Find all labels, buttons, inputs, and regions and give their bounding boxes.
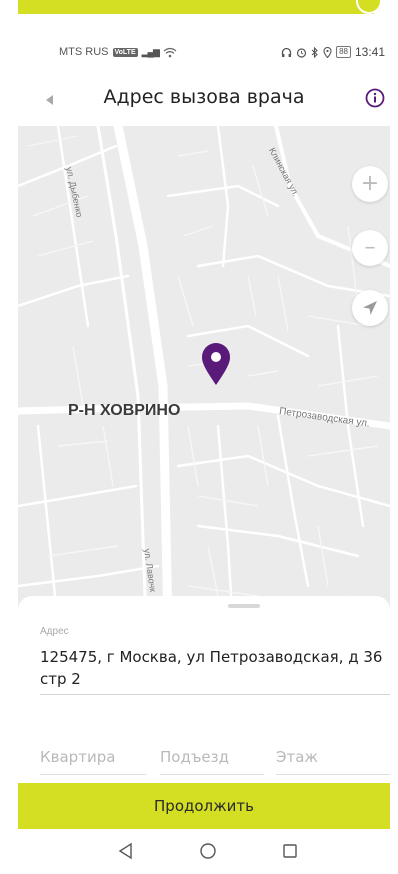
page-title: Адрес вызова врача <box>103 86 305 108</box>
plus-icon: + <box>360 171 380 196</box>
map-view[interactable]: ул. Дыбенко Клинская ул. Петрозаводская … <box>18 126 390 626</box>
nav-recents-button[interactable] <box>278 839 302 863</box>
entrance-field[interactable]: Подъезд <box>160 748 264 775</box>
app-screen: MTS RUS VoLTE ▂▄▆ 88 13:41 Адрес вызова … <box>18 0 390 874</box>
status-bar: MTS RUS VoLTE ▂▄▆ 88 13:41 <box>18 40 390 64</box>
address-field[interactable]: 125475, г Москва, ул Петрозаводская, д 3… <box>40 646 390 690</box>
volte-badge: VoLTE <box>112 47 138 57</box>
bluetooth-icon <box>311 46 318 58</box>
triangle-back-icon <box>118 842 132 860</box>
status-right: 88 13:41 <box>281 45 385 59</box>
alarm-icon <box>296 47 307 58</box>
navigation-arrow-icon <box>363 301 377 315</box>
system-nav-bar <box>18 829 390 874</box>
floor-field[interactable]: Этаж <box>276 748 390 775</box>
apartment-field[interactable]: Квартира <box>40 748 146 775</box>
continue-button[interactable]: Продолжить <box>18 783 390 829</box>
circle-home-icon <box>200 843 216 859</box>
info-button[interactable] <box>363 86 387 110</box>
back-arrow-icon <box>46 95 53 105</box>
zoom-out-button[interactable]: – <box>352 230 388 266</box>
address-sheet: Адрес 125475, г Москва, ул Петрозаводска… <box>18 596 390 792</box>
zoom-in-button[interactable]: + <box>352 166 388 202</box>
location-marker-icon <box>202 343 230 385</box>
app-bar: Адрес вызова врача <box>18 78 390 122</box>
minus-icon: – <box>364 235 376 260</box>
signal-icon: ▂▄▆ <box>141 46 160 57</box>
sheet-drag-handle[interactable] <box>228 604 260 608</box>
battery-icon: 88 <box>336 46 351 58</box>
my-location-button[interactable] <box>352 290 388 326</box>
nav-back-button[interactable] <box>114 839 138 863</box>
status-left: MTS RUS VoLTE ▂▄▆ <box>59 46 177 58</box>
wifi-icon <box>163 47 177 57</box>
info-icon <box>365 88 385 108</box>
back-button[interactable] <box>38 88 62 112</box>
square-recents-icon <box>283 844 297 858</box>
status-time: 13:41 <box>354 45 385 59</box>
address-label: Адрес <box>40 626 69 637</box>
continue-label: Продолжить <box>154 797 254 815</box>
carrier-name: MTS RUS <box>59 46 109 58</box>
district-label: Р-Н ХОВРИНО <box>68 402 181 419</box>
top-banner <box>18 0 374 14</box>
nav-home-button[interactable] <box>196 839 220 863</box>
location-icon <box>323 46 332 58</box>
address-underline <box>40 694 390 695</box>
headphones-icon <box>281 47 292 57</box>
